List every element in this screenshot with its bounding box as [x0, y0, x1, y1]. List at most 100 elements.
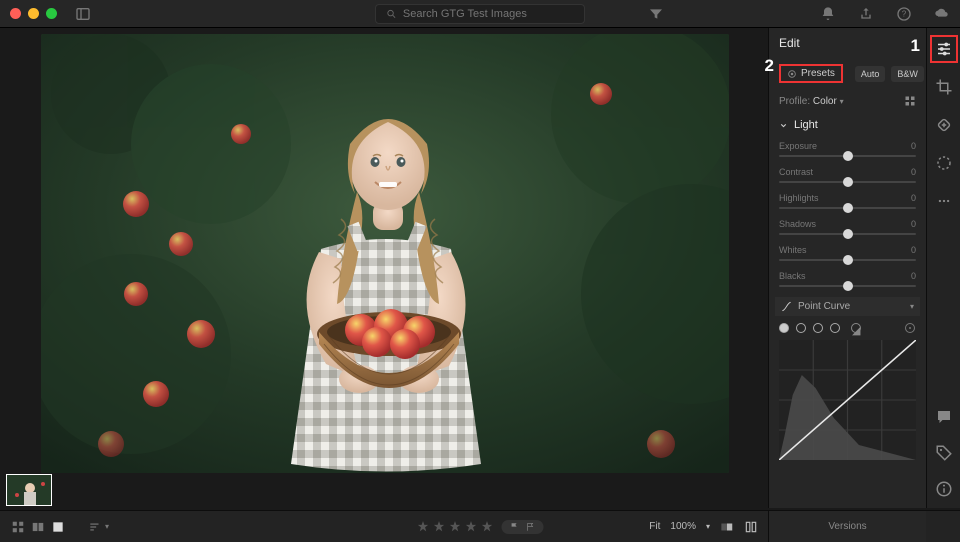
slider-track[interactable] — [779, 181, 916, 183]
point-curve-label: Point Curve — [798, 301, 850, 312]
sort-icon — [88, 520, 102, 534]
minimize-window[interactable] — [28, 8, 39, 19]
healing-icon[interactable] — [935, 116, 953, 134]
light-section-label: Light — [794, 119, 818, 131]
slider-value: 0 — [911, 219, 916, 229]
slider-knob[interactable] — [843, 151, 853, 161]
slider-label: Whites — [779, 245, 807, 255]
slider-track[interactable] — [779, 285, 916, 287]
right-toolbar — [926, 28, 960, 508]
search-input[interactable] — [403, 8, 574, 20]
chevron-down-icon — [779, 121, 788, 130]
slider-track[interactable] — [779, 155, 916, 157]
curve-channel-luma[interactable] — [779, 323, 789, 333]
bell-icon[interactable] — [820, 6, 836, 22]
star-icon[interactable] — [481, 520, 494, 533]
curve-channel-green[interactable] — [813, 323, 823, 333]
slider-highlights[interactable]: Highlights 0 — [779, 193, 916, 209]
slider-contrast[interactable]: Contrast 0 — [779, 167, 916, 183]
close-window[interactable] — [10, 8, 21, 19]
info-icon[interactable] — [935, 480, 953, 498]
maximize-window[interactable] — [46, 8, 57, 19]
slider-exposure[interactable]: Exposure 0 — [779, 141, 916, 157]
slider-value: 0 — [911, 245, 916, 255]
light-section-header[interactable]: Light — [779, 119, 916, 131]
versions-button[interactable]: Versions — [768, 510, 926, 542]
parametric-curve-icon[interactable]: ◢ — [851, 323, 861, 333]
star-icon[interactable] — [417, 520, 430, 533]
tone-curve[interactable] — [779, 340, 916, 460]
search-box[interactable] — [375, 4, 585, 24]
share-icon[interactable] — [858, 6, 874, 22]
slider-label: Exposure — [779, 141, 817, 151]
keywords-icon[interactable] — [935, 444, 953, 462]
zoom-value[interactable]: 100% — [670, 521, 696, 532]
curve-channel-blue[interactable] — [830, 323, 840, 333]
sidebar-toggle-icon[interactable] — [75, 6, 91, 22]
curve-icon — [781, 301, 792, 312]
annotation-2: 2 — [765, 56, 774, 76]
profile-value: Color — [813, 96, 837, 107]
masking-icon[interactable] — [935, 154, 953, 172]
star-icon[interactable] — [449, 520, 462, 533]
profile-row[interactable]: Profile: Color ▾ — [779, 95, 916, 107]
rating-stars[interactable] — [417, 520, 494, 533]
bw-button[interactable]: B&W — [891, 66, 924, 82]
slider-knob[interactable] — [843, 177, 853, 187]
star-icon[interactable] — [465, 520, 478, 533]
slider-knob[interactable] — [843, 281, 853, 291]
slider-blacks[interactable]: Blacks0 — [779, 271, 916, 287]
slider-knob[interactable] — [843, 229, 853, 239]
slider-value: 0 — [911, 193, 916, 203]
point-curve-header[interactable]: Point Curve ▾ — [775, 297, 920, 316]
slider-shadows[interactable]: Shadows 0 — [779, 219, 916, 235]
image-viewer[interactable] — [0, 28, 768, 508]
presets-label: Presets — [801, 68, 835, 79]
slider-label: Contrast — [779, 167, 813, 177]
curve-channel-red[interactable] — [796, 323, 806, 333]
more-icon[interactable] — [937, 192, 951, 210]
search-icon — [386, 8, 397, 20]
edit-panel: Edit Presets Auto B&W Profile: Color ▾ L… — [768, 28, 926, 508]
versions-label: Versions — [828, 521, 866, 532]
star-icon[interactable] — [433, 520, 446, 533]
slider-value: 0 — [911, 141, 916, 151]
slider-track[interactable] — [779, 207, 916, 209]
comments-icon[interactable] — [935, 408, 953, 426]
original-toggle-icon[interactable] — [720, 520, 734, 534]
slider-whites[interactable]: Whites 0 — [779, 245, 916, 261]
cloud-icon[interactable] — [934, 6, 950, 22]
slider-value: 0 — [911, 167, 916, 177]
slider-knob[interactable] — [843, 203, 853, 213]
flag-reject-icon[interactable] — [526, 522, 536, 532]
slider-label: Highlights — [779, 193, 819, 203]
grid-view-icon[interactable] — [10, 520, 26, 534]
fit-label[interactable]: Fit — [649, 521, 660, 532]
curve-channel-dots: ◢ — [779, 322, 916, 334]
presets-icon — [787, 69, 797, 79]
detail-view-icon[interactable] — [50, 520, 66, 534]
filmstrip-thumb[interactable] — [6, 474, 52, 506]
slider-label: Blacks — [779, 271, 806, 281]
auto-button[interactable]: Auto — [855, 66, 886, 82]
presets-button[interactable]: Presets — [779, 64, 843, 83]
profile-grid-icon[interactable] — [904, 95, 916, 107]
crop-icon[interactable] — [935, 78, 953, 96]
profile-label: Profile: — [779, 96, 810, 107]
titlebar: ? — [0, 0, 960, 28]
panels-toggle-icon[interactable] — [744, 520, 758, 534]
compare-view-icon[interactable] — [30, 520, 46, 534]
slider-label: Shadows — [779, 219, 816, 229]
edit-panel-title: Edit — [779, 36, 800, 50]
filter-icon[interactable] — [648, 6, 664, 22]
slider-knob[interactable] — [843, 255, 853, 265]
slider-track[interactable] — [779, 233, 916, 235]
slider-track[interactable] — [779, 259, 916, 261]
edit-sliders-icon[interactable] — [935, 40, 953, 58]
help-icon[interactable]: ? — [896, 6, 912, 22]
sort-menu[interactable]: ▾ — [88, 520, 109, 534]
curve-options-icon[interactable] — [904, 322, 916, 334]
photo-canvas — [41, 34, 729, 473]
flag-controls[interactable] — [502, 520, 544, 534]
flag-pick-icon[interactable] — [510, 522, 520, 532]
